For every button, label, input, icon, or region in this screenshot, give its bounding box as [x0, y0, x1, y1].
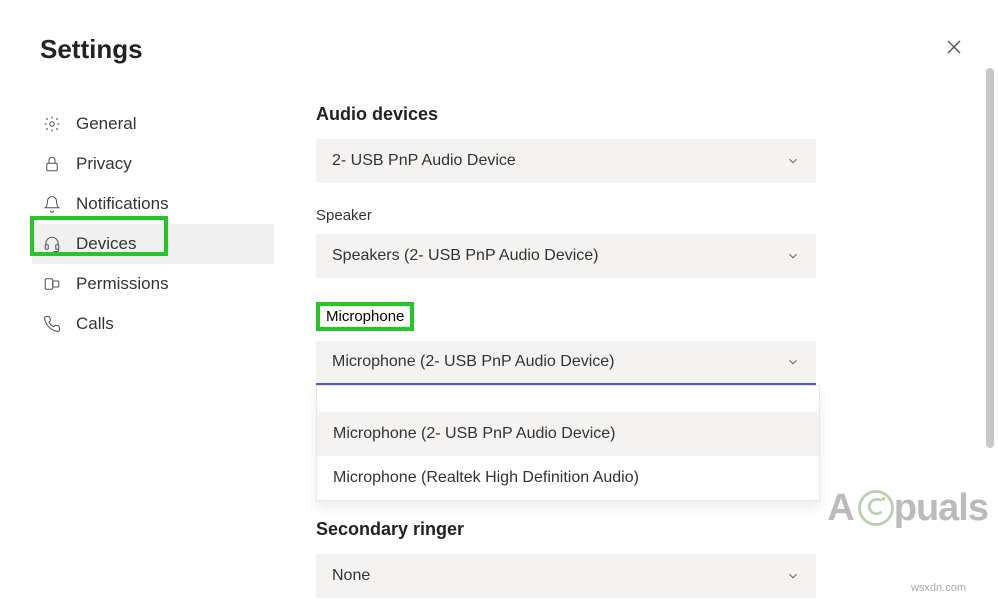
- sidebar: General Privacy Notifications Devices Pe…: [32, 104, 274, 344]
- sidebar-item-label: General: [76, 114, 136, 134]
- close-icon[interactable]: [946, 38, 962, 61]
- sidebar-item-devices[interactable]: Devices: [32, 224, 274, 264]
- select-value: None: [332, 567, 370, 585]
- audio-devices-title: Audio devices: [316, 104, 826, 125]
- microphone-select[interactable]: Microphone (2- USB PnP Audio Device): [316, 341, 816, 385]
- headset-icon: [42, 234, 62, 254]
- highlight-box-microphone: Microphone: [316, 302, 414, 331]
- dropdown-blank: [317, 386, 819, 412]
- scrollbar[interactable]: [986, 68, 994, 448]
- sidebar-item-label: Calls: [76, 314, 114, 334]
- watermark-text: wsxdn.com: [911, 582, 966, 594]
- sidebar-item-calls[interactable]: Calls: [32, 304, 274, 344]
- phone-icon: [42, 314, 62, 334]
- content-area: Audio devices 2- USB PnP Audio Device Sp…: [316, 104, 826, 598]
- lock-icon: [42, 154, 62, 174]
- sidebar-item-notifications[interactable]: Notifications: [32, 184, 274, 224]
- sidebar-item-label: Devices: [76, 234, 136, 254]
- dropdown-option[interactable]: Microphone (2- USB PnP Audio Device): [317, 412, 819, 456]
- sidebar-item-label: Privacy: [76, 154, 132, 174]
- brand-watermark: A puals: [827, 486, 988, 530]
- select-value: Microphone (2- USB PnP Audio Device): [332, 353, 615, 371]
- select-value: 2- USB PnP Audio Device: [332, 152, 516, 170]
- microphone-label: Microphone: [326, 308, 404, 325]
- sidebar-item-label: Notifications: [76, 194, 169, 214]
- sidebar-item-permissions[interactable]: Permissions: [32, 264, 274, 304]
- secondary-ringer-select[interactable]: None: [316, 554, 816, 598]
- sidebar-item-general[interactable]: General: [32, 104, 274, 144]
- chevron-down-icon: [786, 355, 800, 369]
- sidebar-item-privacy[interactable]: Privacy: [32, 144, 274, 184]
- chevron-down-icon: [786, 569, 800, 583]
- secondary-ringer-title: Secondary ringer: [316, 519, 826, 540]
- key-icon: [42, 274, 62, 294]
- page-title: Settings: [40, 34, 143, 65]
- speaker-label: Speaker: [316, 207, 372, 224]
- sidebar-item-label: Permissions: [76, 274, 169, 294]
- dropdown-option[interactable]: Microphone (Realtek High Definition Audi…: [317, 456, 819, 500]
- speaker-select[interactable]: Speakers (2- USB PnP Audio Device): [316, 234, 816, 278]
- chevron-down-icon: [786, 249, 800, 263]
- audio-device-select[interactable]: 2- USB PnP Audio Device: [316, 139, 816, 183]
- gear-icon: [42, 114, 62, 134]
- select-value: Speakers (2- USB PnP Audio Device): [332, 247, 599, 265]
- chevron-down-icon: [786, 154, 800, 168]
- microphone-dropdown: Microphone (2- USB PnP Audio Device) Mic…: [316, 385, 820, 501]
- bell-icon: [42, 194, 62, 214]
